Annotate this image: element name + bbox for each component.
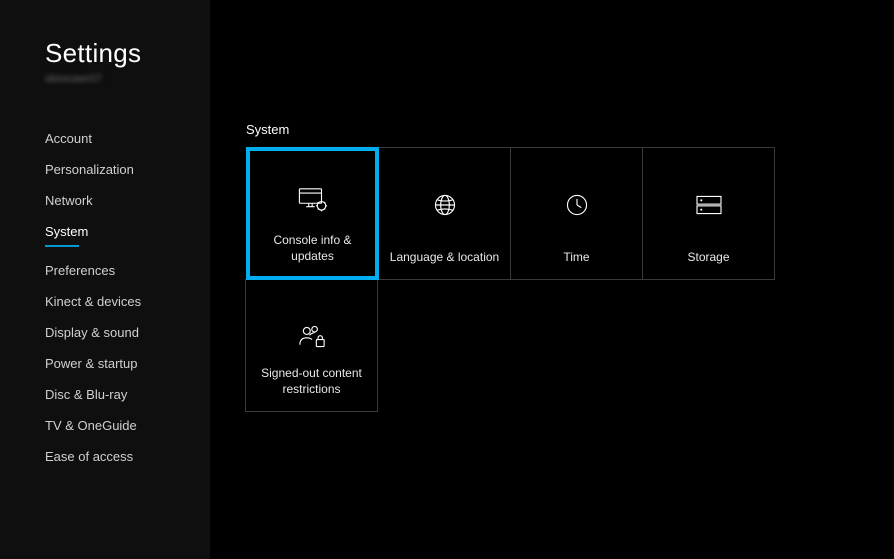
sidebar-item-preferences[interactable]: Preferences	[45, 255, 210, 286]
nav-list: Account Personalization Network System P…	[45, 123, 210, 472]
tile-grid: Console info & updates Language & locati…	[246, 147, 778, 412]
profile-name: xboxuser07	[45, 73, 210, 85]
tile-language-location[interactable]: Language & location	[378, 147, 511, 280]
clock-icon	[560, 188, 594, 222]
sidebar-item-label: Kinect & devices	[45, 294, 141, 309]
sidebar-item-label: Power & startup	[45, 356, 138, 371]
storage-icon	[692, 188, 726, 222]
globe-icon	[428, 188, 462, 222]
tile-console-info-updates[interactable]: Console info & updates	[246, 147, 379, 280]
tile-time[interactable]: Time	[510, 147, 643, 280]
sidebar-item-system[interactable]: System	[45, 216, 210, 255]
sidebar-item-personalization[interactable]: Personalization	[45, 154, 210, 185]
sidebar-item-tv-oneguide[interactable]: TV & OneGuide	[45, 410, 210, 441]
sidebar-item-network[interactable]: Network	[45, 185, 210, 216]
sidebar-item-disc-bluray[interactable]: Disc & Blu-ray	[45, 379, 210, 410]
sidebar-item-label: Disc & Blu-ray	[45, 387, 127, 402]
sidebar-item-label: Preferences	[45, 263, 115, 278]
tile-label: Time	[511, 249, 642, 265]
sidebar-item-ease-of-access[interactable]: Ease of access	[45, 441, 210, 472]
tile-label: Signed-out content restrictions	[246, 365, 377, 397]
settings-sidebar: Settings xboxuser07 Account Personalizat…	[0, 0, 210, 559]
sidebar-item-display-sound[interactable]: Display & sound	[45, 317, 210, 348]
sidebar-item-power-startup[interactable]: Power & startup	[45, 348, 210, 379]
sidebar-item-kinect-devices[interactable]: Kinect & devices	[45, 286, 210, 317]
console-gear-icon	[296, 182, 330, 216]
sidebar-item-label: Display & sound	[45, 325, 139, 340]
tile-label: Storage	[643, 249, 774, 265]
people-lock-icon	[295, 320, 329, 354]
sidebar-item-label: System	[45, 224, 88, 239]
sidebar-item-account[interactable]: Account	[45, 123, 210, 154]
sidebar-item-label: Network	[45, 193, 93, 208]
tile-signed-out-restrictions[interactable]: Signed-out content restrictions	[245, 279, 378, 412]
tile-storage[interactable]: Storage	[642, 147, 775, 280]
main-panel: System Console info & updates	[210, 0, 894, 559]
sidebar-item-label: Ease of access	[45, 449, 133, 464]
sidebar-item-label: Personalization	[45, 162, 134, 177]
tile-label: Language & location	[379, 249, 510, 265]
sidebar-item-label: TV & OneGuide	[45, 418, 137, 433]
sidebar-item-label: Account	[45, 131, 92, 146]
page-title: Settings	[45, 38, 210, 69]
tile-label: Console info & updates	[250, 232, 375, 264]
section-header: System	[246, 0, 894, 147]
